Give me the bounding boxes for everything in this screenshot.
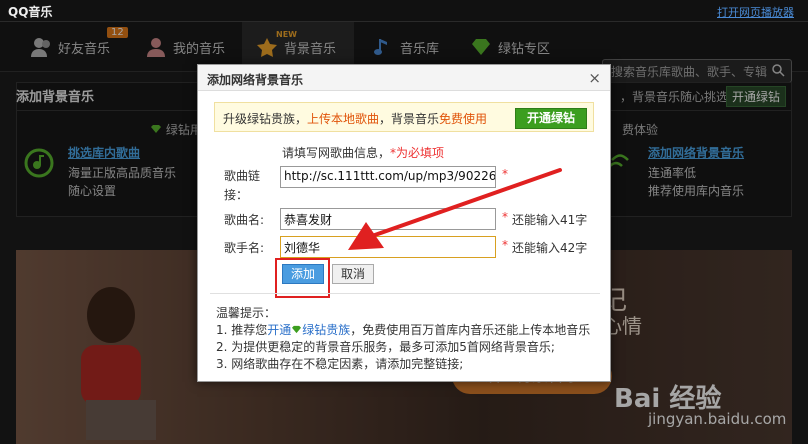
diamond-icon bbox=[292, 325, 302, 334]
singer-remaining: 还能输入42字 bbox=[512, 241, 588, 255]
highlight-box bbox=[275, 258, 330, 298]
dialog-title: 添加网络背景音乐 bbox=[198, 65, 610, 91]
singer-input[interactable]: 刘德华 bbox=[280, 236, 496, 258]
song-name-label: 歌曲名: bbox=[224, 213, 265, 227]
song-name-input[interactable]: 恭喜发财 bbox=[280, 208, 496, 230]
song-link-label: 歌曲链 bbox=[224, 169, 261, 183]
song-name-remaining: 还能输入41字 bbox=[512, 213, 588, 227]
song-link-input[interactable]: http://sc.111ttt.com/up/mp3/90226/6 bbox=[280, 166, 496, 188]
cancel-button[interactable]: 取消 bbox=[332, 264, 374, 284]
tips-block: 温馨提示： 1. 推荐您开通 绿钻贵族，免费使用百万首库内音乐还能上传本地音乐 2… bbox=[216, 305, 590, 373]
form-hint: 请填写网歌曲信息，*为必填项 bbox=[282, 146, 445, 160]
tips-title: 温馨提示： bbox=[216, 306, 277, 320]
tip-line-1: 1. 推荐您开通 绿钻贵族，免费使用百万首库内音乐还能上传本地音乐 bbox=[216, 323, 591, 337]
green-diamond-link[interactable]: 绿钻贵族 bbox=[302, 323, 350, 337]
upgrade-promo: 升级绿钻贵族，上传本地歌曲，背景音乐免费使用 开通绿钻 bbox=[214, 102, 594, 132]
open-link[interactable]: 开通 bbox=[267, 323, 291, 337]
close-icon[interactable]: × bbox=[588, 69, 601, 87]
top-bar: QQ音乐 打开网页播放器 bbox=[0, 0, 808, 22]
song-link-label-2: 接： bbox=[224, 188, 249, 202]
tip-line-2: 2. 为提供更稳定的背景音乐服务，最多可添加5首网络背景音乐; bbox=[216, 340, 555, 354]
required-star: * bbox=[502, 238, 508, 252]
required-star: * bbox=[502, 210, 508, 224]
open-green-diamond-button[interactable]: 开通绿钻 bbox=[515, 108, 587, 129]
tips-divider bbox=[210, 293, 600, 294]
singer-label: 歌手名: bbox=[224, 241, 265, 255]
add-network-music-dialog: 添加网络背景音乐 × 升级绿钻贵族，上传本地歌曲，背景音乐免费使用 开通绿钻 请… bbox=[197, 64, 611, 382]
required-star: * bbox=[502, 167, 508, 181]
open-web-player-link[interactable]: 打开网页播放器 bbox=[717, 4, 794, 20]
tip-line-3: 3. 网络歌曲存在不稳定因素，请添加完整链接; bbox=[216, 357, 464, 371]
app-title: QQ音乐 bbox=[8, 5, 53, 19]
